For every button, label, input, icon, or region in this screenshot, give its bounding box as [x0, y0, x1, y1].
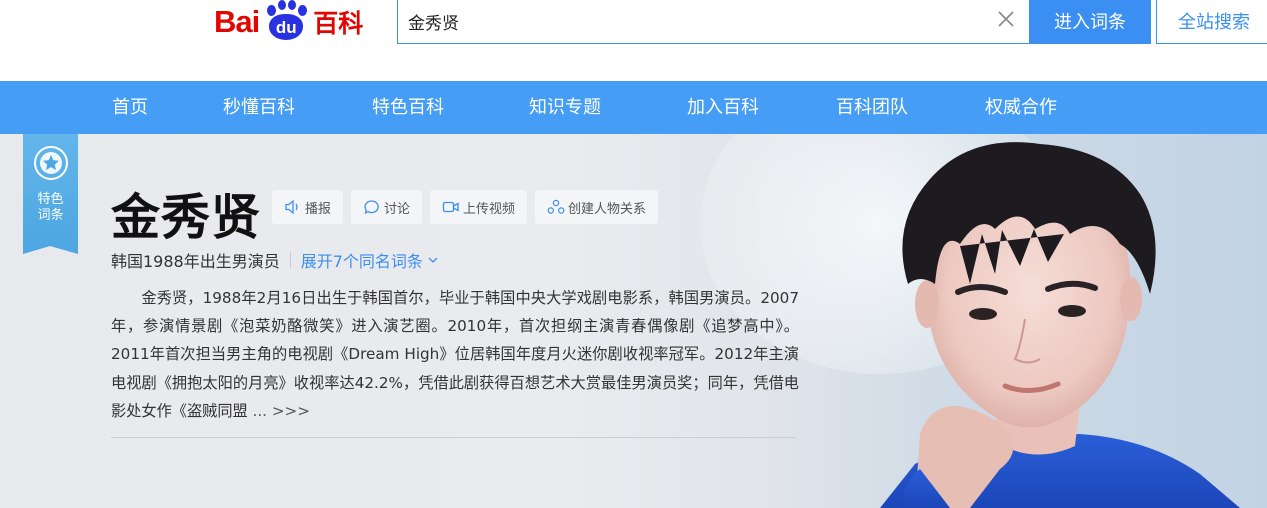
portrait-image: [880, 142, 1240, 508]
create-relation-button[interactable]: 创建人物关系: [535, 190, 659, 224]
broadcast-label: 播报: [305, 201, 332, 217]
featured-entry-badge[interactable]: 特色 词条: [23, 134, 78, 254]
read-more-link[interactable]: ... >>>: [248, 402, 311, 420]
nav-item-home[interactable]: 首页: [112, 81, 148, 134]
badge-line-2: 词条: [37, 208, 64, 223]
divider: [289, 252, 291, 268]
summary-divider: [111, 437, 796, 438]
entry-subline: 韩国1988年出生男演员 展开7个同名词条: [111, 248, 440, 272]
discuss-button[interactable]: 讨论: [351, 190, 423, 224]
summary-text: 金秀贤，1988年2月16日出生于韩国首尔，毕业于韩国中央大学戏剧电影系，韩国男…: [111, 289, 799, 420]
chevron-down-icon: [428, 257, 438, 263]
logo-paw-text: du: [275, 18, 297, 37]
site-search-button[interactable]: 全站搜索: [1156, 0, 1267, 44]
paw-icon: du: [261, 0, 311, 42]
discuss-label: 讨论: [384, 201, 411, 217]
enter-entry-button[interactable]: 进入词条: [1029, 0, 1151, 44]
page-title: 金秀贤: [111, 188, 262, 246]
upload-video-label: 上传视频: [463, 201, 516, 217]
search-input[interactable]: [408, 6, 988, 36]
entry-summary: 金秀贤，1988年2月16日出生于韩国首尔，毕业于韩国中央大学戏剧电影系，韩国男…: [111, 284, 799, 425]
logo-text-bai: Bai: [214, 4, 260, 39]
create-relation-label: 创建人物关系: [568, 201, 647, 217]
nav-item-featured[interactable]: 特色百科: [372, 81, 444, 134]
badge-line-1: 特色: [37, 192, 64, 207]
star-circle-icon: [32, 144, 70, 186]
speaker-icon: [285, 199, 298, 215]
video-camera-icon: [442, 201, 459, 213]
expand-homonyms-label: 展开7个同名词条: [300, 252, 423, 271]
nav-item-team[interactable]: 百科团队: [836, 81, 908, 134]
chat-bubble-icon: [364, 200, 379, 215]
entry-subtitle: 韩国1988年出生男演员: [111, 252, 280, 271]
entry-hero: 特色 词条 金秀贤 播报 讨论 上传视频 创建人物关系 韩国1988年出生男演员…: [0, 134, 1267, 508]
logo-text-baike: 百科: [313, 9, 364, 38]
clear-icon[interactable]: [995, 8, 1017, 30]
nav-item-miaodong[interactable]: 秒懂百科: [223, 81, 295, 134]
main-nav: 首页 秒懂百科 特色百科 知识专题 加入百科 百科团队 权威合作: [0, 81, 1267, 134]
upload-video-button[interactable]: 上传视频: [430, 190, 528, 224]
top-header: Bai du 百科 进入词条 全站搜索: [0, 0, 1267, 81]
people-relation-icon: [547, 199, 565, 214]
baidu-baike-logo[interactable]: Bai du 百科: [214, 0, 363, 44]
search-box: [397, 0, 1030, 44]
entry-actions: 播报 讨论 上传视频 创建人物关系: [272, 190, 659, 224]
nav-item-topics[interactable]: 知识专题: [529, 81, 601, 134]
expand-homonyms-link[interactable]: 展开7个同名词条: [301, 248, 440, 272]
nav-item-cooperation[interactable]: 权威合作: [985, 81, 1057, 134]
broadcast-button[interactable]: 播报: [272, 190, 344, 224]
nav-item-join[interactable]: 加入百科: [687, 81, 759, 134]
